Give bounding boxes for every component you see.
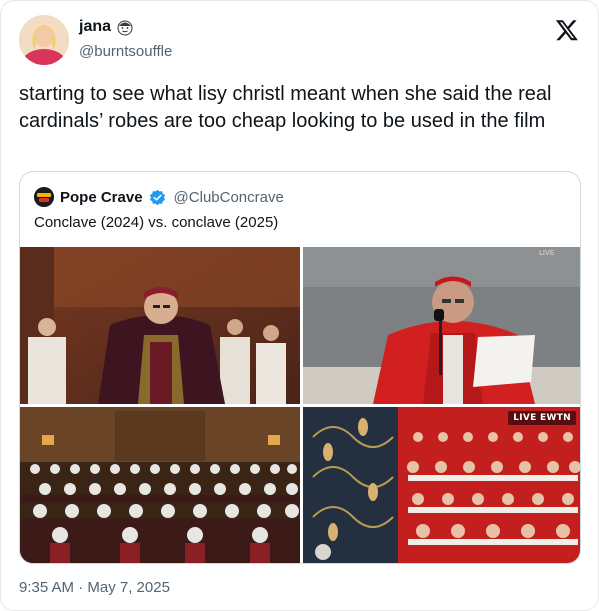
author-display-name[interactable]: jana: [79, 18, 111, 36]
face-emoji-icon: [116, 18, 134, 36]
quoted-avatar[interactable]: [34, 187, 54, 207]
image-grid: LIVE LIVE EWTN: [20, 247, 580, 563]
svg-text:LIVE: LIVE: [539, 249, 554, 257]
conclave-film-cardinals-assembly-image[interactable]: [20, 407, 300, 563]
quoted-display-name[interactable]: Pope Crave: [60, 189, 143, 206]
tweet-timestamp[interactable]: 9:35 AM · May 7, 2025: [19, 579, 170, 596]
conclave-film-cardinal-image[interactable]: [20, 247, 300, 404]
real-cardinal-at-microphone-image[interactable]: LIVE: [303, 247, 580, 404]
quoted-text: Conclave (2024) vs. conclave (2025): [34, 214, 279, 231]
x-logo-icon[interactable]: [555, 18, 579, 42]
quoted-handle[interactable]: @ClubConcrave: [174, 189, 284, 206]
author-avatar[interactable]: [19, 15, 69, 65]
quoted-tweet[interactable]: Pope Crave @ClubConcrave Conclave (2024)…: [19, 171, 581, 564]
verified-badge-icon: [149, 189, 166, 206]
live-ewtn-badge: LIVE EWTN: [508, 411, 576, 425]
tweet-text: starting to see what lisy christl meant …: [19, 83, 552, 132]
tweet-card: jana @burntsouffle starting to see what …: [0, 0, 599, 611]
author-handle[interactable]: @burntsouffle: [79, 43, 172, 60]
real-cardinals-group-photo-image[interactable]: LIVE EWTN: [303, 407, 580, 563]
